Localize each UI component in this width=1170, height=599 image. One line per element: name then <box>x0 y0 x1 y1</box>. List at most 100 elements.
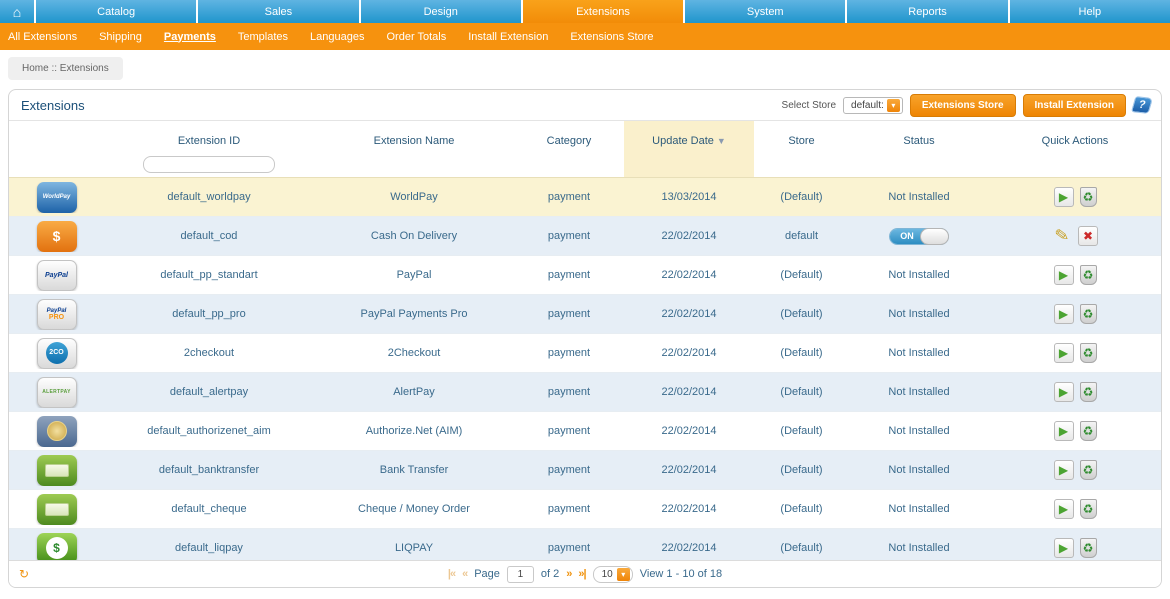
category-cell: payment <box>514 191 624 203</box>
status-text: Not Installed <box>888 542 949 554</box>
subnav-item-languages[interactable]: Languages <box>310 31 364 43</box>
home-tab[interactable]: ⌂ <box>0 0 34 23</box>
col-extension-name[interactable]: Extension Name <box>314 126 514 147</box>
extension-id-cell: default_worldpay <box>104 191 314 203</box>
quick-actions-cell: ▶♻ <box>989 343 1161 363</box>
page-number-input[interactable] <box>507 566 534 583</box>
uninstall-recycle-bin-icon[interactable]: ♻ <box>1080 460 1097 480</box>
2co-icon: 2CO <box>37 338 77 369</box>
panel-header: Extensions Select Store default: ▾ Exten… <box>9 90 1161 121</box>
store-cell: (Default) <box>754 386 849 398</box>
extension-id-cell: default_pp_standart <box>104 269 314 281</box>
subnav-item-install-extension[interactable]: Install Extension <box>468 31 548 43</box>
quick-actions-cell: ▶♻ <box>989 382 1161 402</box>
subnav-item-all-extensions[interactable]: All Extensions <box>8 31 77 43</box>
extension-id-filter-input[interactable] <box>143 156 275 173</box>
tab-help[interactable]: Help <box>1010 0 1170 23</box>
status-cell: Not Installed <box>849 308 989 320</box>
table-row[interactable]: WorldPay default_worldpay WorldPay payme… <box>9 177 1161 216</box>
table-row[interactable]: default_cheque Cheque / Money Order paym… <box>9 489 1161 528</box>
quick-actions-cell: ▶♻ <box>989 460 1161 480</box>
next-page-icon[interactable]: » <box>566 568 571 580</box>
install-play-icon[interactable]: ▶ <box>1054 304 1074 324</box>
uninstall-recycle-bin-icon[interactable]: ♻ <box>1080 421 1097 441</box>
uninstall-recycle-bin-icon[interactable]: ♻ <box>1080 538 1097 558</box>
col-status[interactable]: Status <box>849 126 989 147</box>
extension-id-cell: default_authorizenet_aim <box>104 425 314 437</box>
table-body: WorldPay default_worldpay WorldPay payme… <box>9 177 1161 567</box>
col-category[interactable]: Category <box>514 126 624 147</box>
uninstall-recycle-bin-icon[interactable]: ♻ <box>1080 382 1097 402</box>
tab-catalog[interactable]: Catalog <box>36 0 196 23</box>
home-icon: ⌂ <box>13 4 21 20</box>
uninstall-recycle-bin-icon[interactable]: ♻ <box>1080 343 1097 363</box>
tab-sales[interactable]: Sales <box>198 0 358 23</box>
last-page-icon[interactable]: »| <box>578 568 585 580</box>
help-book-icon[interactable]: ? <box>1131 96 1153 114</box>
store-cell: (Default) <box>754 269 849 281</box>
table-row[interactable]: PayPalPRO default_pp_pro PayPal Payments… <box>9 294 1161 333</box>
status-cell: Not Installed <box>849 464 989 476</box>
subnav-item-payments[interactable]: Payments <box>164 31 216 43</box>
store-cell: (Default) <box>754 425 849 437</box>
edit-icon[interactable]: ✎ <box>1051 226 1074 246</box>
col-store[interactable]: Store <box>754 126 849 147</box>
install-play-icon[interactable]: ▶ <box>1054 187 1074 207</box>
install-play-icon[interactable]: ▶ <box>1054 421 1074 441</box>
extension-id-cell: default_alertpay <box>104 386 314 398</box>
category-cell: payment <box>514 386 624 398</box>
table-row[interactable]: $ default_cod Cash On Delivery payment 2… <box>9 216 1161 255</box>
uninstall-recycle-bin-icon[interactable]: ♻ <box>1080 187 1097 207</box>
table-row[interactable]: 2CO 2checkout 2Checkout payment 22/02/20… <box>9 333 1161 372</box>
install-play-icon[interactable]: ▶ <box>1054 382 1074 402</box>
category-cell: payment <box>514 542 624 554</box>
tab-design[interactable]: Design <box>361 0 521 23</box>
subnav-item-order-totals[interactable]: Order Totals <box>387 31 447 43</box>
status-cell: Not Installed <box>849 191 989 203</box>
prev-page-icon[interactable]: « <box>462 568 467 580</box>
per-page-value: 10 <box>602 569 613 580</box>
install-play-icon[interactable]: ▶ <box>1054 265 1074 285</box>
delete-icon[interactable]: ✖ <box>1078 226 1098 246</box>
subnav-item-shipping[interactable]: Shipping <box>99 31 142 43</box>
uninstall-recycle-bin-icon[interactable]: ♻ <box>1080 265 1097 285</box>
category-cell: payment <box>514 230 624 242</box>
col-extension-id[interactable]: Extension ID <box>104 126 314 147</box>
breadcrumb[interactable]: Home :: Extensions <box>8 57 123 80</box>
update-date-cell: 22/02/2014 <box>624 347 754 359</box>
tab-extensions[interactable]: Extensions <box>523 0 683 23</box>
first-page-icon[interactable]: |« <box>448 568 455 580</box>
install-extension-button[interactable]: Install Extension <box>1023 94 1126 117</box>
category-cell: payment <box>514 503 624 515</box>
select-store-label: Select Store <box>782 100 836 111</box>
extension-id-cell: default_banktransfer <box>104 464 314 476</box>
status-toggle[interactable]: ON <box>889 228 949 245</box>
install-play-icon[interactable]: ▶ <box>1054 460 1074 480</box>
store-select[interactable]: default: ▾ <box>843 97 903 114</box>
table-row[interactable]: default_banktransfer Bank Transfer payme… <box>9 450 1161 489</box>
tab-system[interactable]: System <box>685 0 845 23</box>
tab-reports[interactable]: Reports <box>847 0 1007 23</box>
install-play-icon[interactable]: ▶ <box>1054 538 1074 558</box>
table-row[interactable]: default_authorizenet_aim Authorize.Net (… <box>9 411 1161 450</box>
refresh-icon[interactable]: ↻ <box>19 567 29 581</box>
per-page-select[interactable]: 10 ▾ <box>593 566 633 583</box>
install-play-icon[interactable]: ▶ <box>1054 499 1074 519</box>
table-row[interactable]: ALERTPAY default_alertpay AlertPay payme… <box>9 372 1161 411</box>
install-play-icon[interactable]: ▶ <box>1054 343 1074 363</box>
uninstall-recycle-bin-icon[interactable]: ♻ <box>1080 304 1097 324</box>
extensions-store-button[interactable]: Extensions Store <box>910 94 1016 117</box>
top-nav: ⌂ CatalogSalesDesignExtensionsSystemRepo… <box>0 0 1170 23</box>
subnav-item-templates[interactable]: Templates <box>238 31 288 43</box>
page-of-label: of 2 <box>541 568 559 580</box>
col-update-date[interactable]: Update Date▼ <box>624 126 754 147</box>
status-cell: Not Installed <box>849 425 989 437</box>
uninstall-recycle-bin-icon[interactable]: ♻ <box>1080 499 1097 519</box>
update-date-cell: 22/02/2014 <box>624 425 754 437</box>
chevron-down-icon: ▾ <box>617 568 630 581</box>
subnav-item-extensions-store[interactable]: Extensions Store <box>570 31 653 43</box>
liqpay-icon: $ <box>37 533 77 564</box>
extension-name-cell: Cheque / Money Order <box>314 503 514 515</box>
category-cell: payment <box>514 269 624 281</box>
table-row[interactable]: PayPal default_pp_standart PayPal paymen… <box>9 255 1161 294</box>
